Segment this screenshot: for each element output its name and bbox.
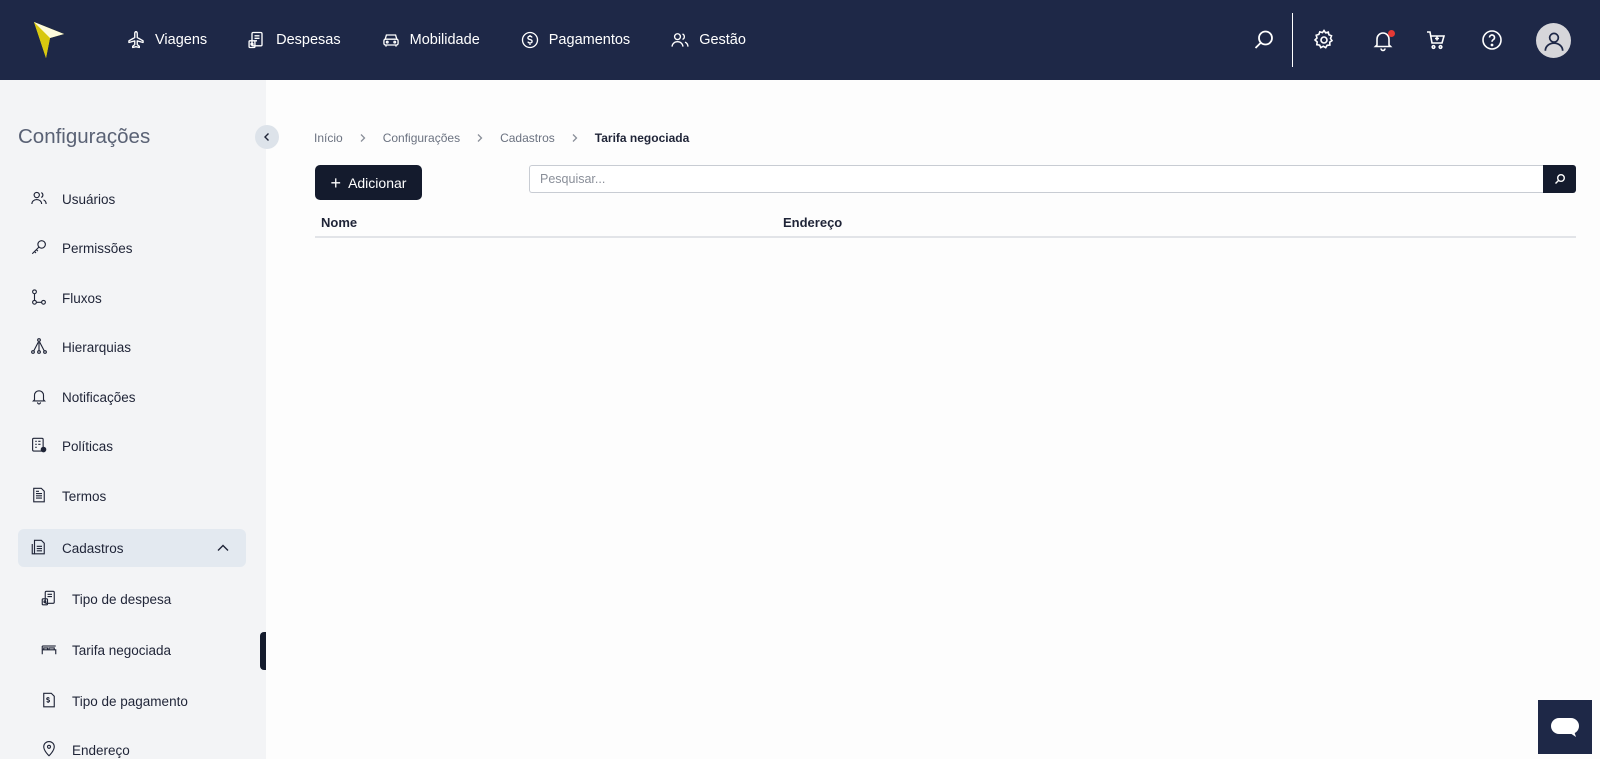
sidebar-subitem-endereco[interactable]: Endereço: [18, 731, 246, 759]
document-icon: [30, 486, 50, 506]
nav-label: Gestão: [699, 32, 746, 48]
column-header-nome[interactable]: Nome: [321, 215, 357, 230]
bell-icon: [30, 387, 50, 407]
nav-item-despesas[interactable]: Despesas: [247, 30, 341, 50]
nav-item-gestao[interactable]: Gestão: [670, 30, 746, 50]
search-input[interactable]: [529, 165, 1543, 193]
sidebar-item-label: Tarifa negociada: [72, 642, 172, 658]
sidebar-item-label: Termos: [62, 488, 107, 504]
sidebar-title: Configurações: [18, 125, 151, 148]
nav-label: Despesas: [276, 32, 341, 48]
nav-label: Mobilidade: [409, 32, 480, 48]
key-icon: [30, 238, 50, 258]
sidebar-subitem-tipo-de-pagamento[interactable]: Tipo de pagamento: [18, 682, 246, 720]
chevron-right-icon: [360, 134, 366, 142]
payment-doc-icon: [40, 691, 60, 711]
breadcrumb-configuracoes[interactable]: Configurações: [383, 131, 460, 145]
breadcrumb-inicio[interactable]: Início: [314, 131, 343, 145]
flow-icon: [30, 288, 50, 308]
add-button-label: Adicionar: [348, 174, 407, 191]
users-icon: [30, 189, 50, 209]
sidebar-item-hierarquias[interactable]: Hierarquias: [18, 328, 246, 366]
sidebar-item-label: Hierarquias: [62, 339, 132, 355]
users-icon: [671, 33, 689, 47]
chat-support-button[interactable]: [1538, 700, 1592, 754]
sidebar-item-label: Políticas: [62, 438, 114, 454]
breadcrumb-cadastros[interactable]: Cadastros: [500, 131, 555, 145]
sidebar-item-permissoes[interactable]: Permissões: [18, 229, 246, 267]
car-icon: [382, 34, 399, 47]
sidebar-item-label: Permissões: [62, 240, 133, 256]
nav-divider: [1292, 13, 1293, 67]
notification-badge: [1388, 30, 1395, 37]
sidebar-subitem-tipo-de-despesa[interactable]: Tipo de despesa: [18, 580, 246, 618]
nav-item-pagamentos[interactable]: Pagamentos: [520, 30, 630, 50]
main-nav: Viagens Despesas Mobilidade Pagamentos G…: [126, 0, 786, 80]
sidebar-subitem-tarifa-negociada[interactable]: Tarifa negociada: [18, 631, 246, 669]
sidebar-item-label: Cadastros: [62, 540, 124, 556]
gear-icon[interactable]: [1312, 28, 1336, 52]
sidebar-item-cadastros[interactable]: Cadastros: [18, 529, 246, 567]
nav-label: Viagens: [155, 32, 208, 48]
hierarchy-icon: [30, 337, 50, 357]
sidebar-item-fluxos[interactable]: Fluxos: [18, 279, 246, 317]
sidebar-item-label: Notificações: [62, 389, 136, 405]
sidebar-item-termos[interactable]: Termos: [18, 477, 246, 515]
sidebar-item-notificacoes[interactable]: Notificações: [18, 378, 246, 416]
bed-icon: [40, 640, 60, 660]
sidebar-item-label: Usuários: [62, 191, 116, 207]
sidebar-item-label: Tipo de despesa: [72, 591, 172, 607]
policy-icon: [30, 436, 50, 456]
breadcrumb: Início Configurações Cadastros Tarifa ne…: [314, 131, 689, 145]
settings-sidebar: Configurações Usuários Permissões Fluxos…: [0, 80, 279, 759]
add-button[interactable]: + Adicionar: [315, 165, 422, 200]
chevron-right-icon: [572, 134, 578, 142]
top-navbar: Viagens Despesas Mobilidade Pagamentos G…: [0, 0, 1600, 80]
sidebar-collapse-button[interactable]: [255, 125, 279, 149]
help-icon[interactable]: [1480, 28, 1504, 52]
sidebar-item-label: Endereço: [72, 742, 130, 758]
nav-item-viagens[interactable]: Viagens: [126, 30, 207, 50]
sidebar-item-usuarios[interactable]: Usuários: [18, 180, 246, 218]
nav-label: Pagamentos: [548, 32, 631, 48]
chevron-right-icon: [477, 134, 483, 142]
sidebar-item-label: Tipo de pagamento: [72, 693, 188, 709]
breadcrumb-current: Tarifa negociada: [594, 131, 690, 145]
cart-icon[interactable]: [1424, 28, 1448, 52]
search-icon[interactable]: [1252, 28, 1276, 52]
chevron-left-icon: [264, 133, 269, 141]
file-list-icon: [30, 538, 50, 558]
dollar-circle-icon: [521, 31, 538, 49]
search-bar: [529, 165, 1576, 193]
receipt-icon: [248, 31, 263, 49]
location-pin-icon: [40, 740, 60, 759]
table-header: Nome Endereço: [315, 206, 1576, 238]
receipt-icon: [40, 589, 60, 609]
chevron-up-icon: [217, 544, 229, 551]
column-header-endereco[interactable]: Endereço: [783, 215, 842, 230]
sidebar-item-politicas[interactable]: Políticas: [18, 427, 246, 465]
airplane-icon: [128, 31, 144, 49]
nav-item-mobilidade[interactable]: Mobilidade: [381, 30, 480, 50]
active-item-indicator: [260, 632, 266, 670]
user-avatar-icon[interactable]: [1536, 23, 1571, 58]
search-icon: [1554, 174, 1565, 184]
brand-logo-icon[interactable]: [32, 20, 66, 60]
plus-icon: +: [330, 172, 342, 193]
sidebar-item-label: Fluxos: [62, 290, 102, 306]
search-button[interactable]: [1543, 165, 1576, 193]
chat-bubble-icon: [1551, 718, 1579, 737]
